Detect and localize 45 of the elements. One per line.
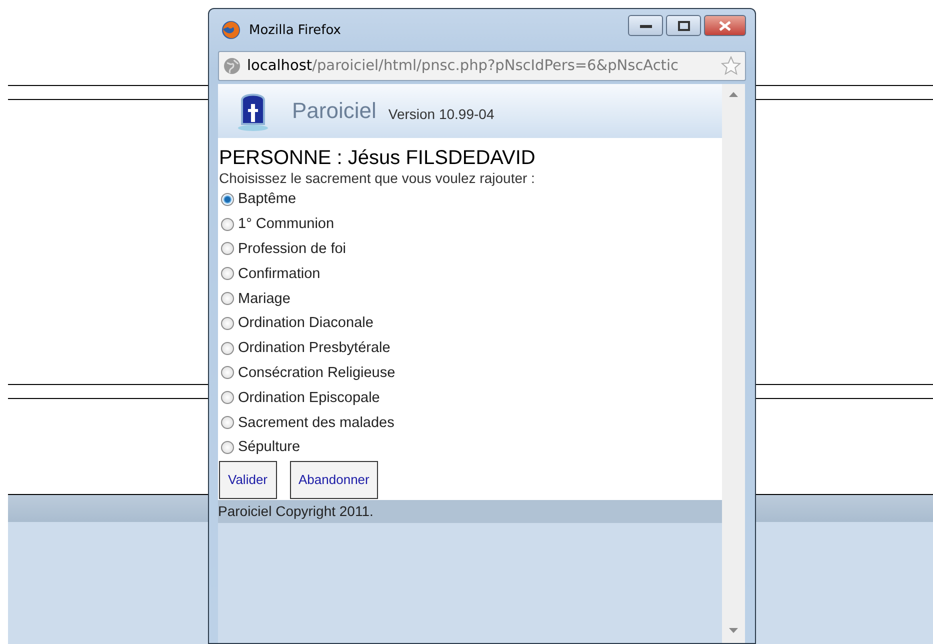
cancel-button[interactable]: Abandonner — [290, 460, 378, 499]
validate-button[interactable]: Valider — [219, 460, 277, 499]
radio-button[interactable] — [221, 192, 234, 206]
minimize-icon — [640, 22, 652, 28]
option-label: Ordination Diaconale — [238, 315, 374, 332]
radio-button[interactable] — [221, 292, 234, 306]
option-label: Confirmation — [238, 266, 320, 282]
url-host: localhost — [247, 58, 312, 74]
maximize-button[interactable] — [666, 15, 701, 36]
radio-button[interactable] — [221, 366, 234, 380]
radio-button[interactable] — [221, 416, 234, 430]
option-label: Ordination Presbytérale — [238, 340, 390, 356]
person-heading: PERSONNE : Jésus FILSDEDAVID — [219, 146, 536, 170]
radio-button[interactable] — [221, 316, 234, 330]
option-label: Sépulture — [238, 439, 300, 456]
radio-button[interactable] — [221, 242, 234, 256]
prompt-text: Choisissez le sacrement que vous voulez rajouter : — [219, 170, 536, 186]
option-label: Baptême — [238, 191, 296, 208]
option-label: 1° Communion — [238, 216, 334, 232]
radio-button[interactable] — [221, 342, 234, 355]
option-label: Consécration Religieuse — [238, 364, 396, 381]
option-label: Mariage — [238, 290, 290, 307]
version-label: Version 10.99-04 — [388, 106, 494, 122]
star-icon[interactable] — [721, 56, 741, 76]
option-label: Sacrement des malades — [238, 414, 394, 431]
option-label: Profession de foi — [238, 240, 346, 257]
scrollbar[interactable] — [722, 84, 745, 643]
footer-text: Paroiciel Copyright 2011. — [218, 500, 722, 523]
radio-button[interactable] — [221, 267, 234, 280]
globe-icon — [223, 57, 241, 75]
scroll-down-icon[interactable] — [729, 628, 738, 633]
minimize-button[interactable] — [628, 15, 663, 36]
radio-button[interactable] — [221, 440, 234, 454]
option-label: Ordination Episcopale — [238, 390, 380, 406]
maximize-icon — [678, 20, 690, 30]
radio-button[interactable] — [221, 218, 234, 231]
close-button[interactable] — [704, 15, 746, 36]
url-path: /paroiciel/html/pnsc.php?pNscIdPers=6&pNscActic — [312, 58, 680, 74]
radio-button[interactable] — [221, 391, 234, 404]
globe-fox-icon — [221, 20, 241, 40]
address-bar[interactable]: localhost/paroiciel/html/pnsc.php?pNscIdPers=6&pNscActic — [218, 51, 746, 81]
app-name: Paroiciel — [292, 98, 376, 124]
close-icon — [719, 20, 731, 30]
window-title: Mozilla Firefox — [249, 22, 342, 38]
scroll-up-icon[interactable] — [729, 92, 738, 97]
